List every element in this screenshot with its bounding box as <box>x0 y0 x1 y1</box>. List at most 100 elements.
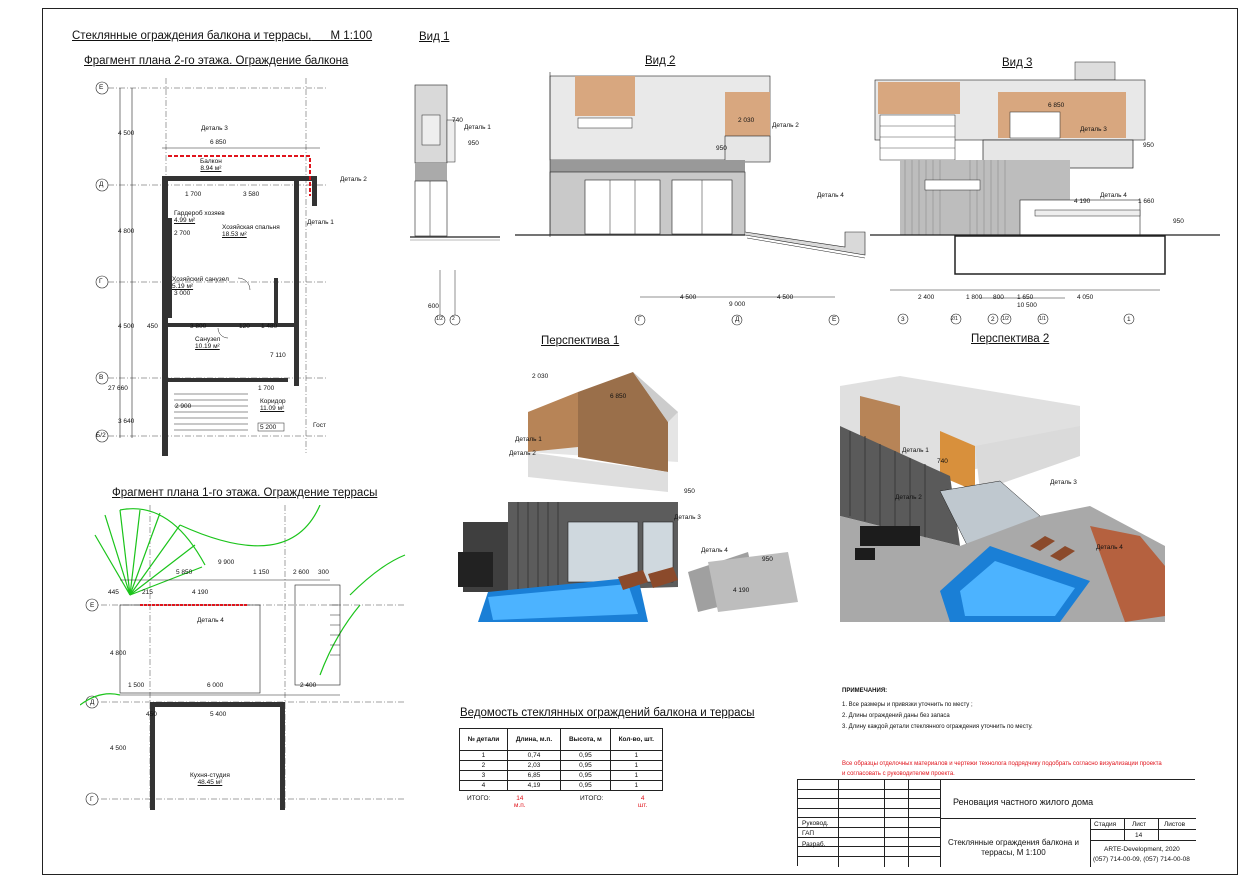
plan2-callout-3: Деталь 3 <box>201 125 228 132</box>
title-block: Реновация частного жилого дома Руковод. … <box>797 779 1196 867</box>
plan1-dim-5400: 5 400 <box>210 711 227 718</box>
plan1-dim-5850: 5 850 <box>176 569 193 576</box>
plan1-axis-e: Е <box>90 602 95 609</box>
table-cell: 1 <box>609 770 664 781</box>
view1-callout-1: Деталь 1 <box>464 124 491 131</box>
view2-axis-e: Е <box>832 316 837 323</box>
persp1-dim-4190: 4 190 <box>733 587 750 594</box>
plan1-dim-215: 215 <box>142 589 153 596</box>
plan2-dim-left-3: 4 500 <box>118 323 135 330</box>
view3-dim-800: 800 <box>993 294 1004 301</box>
plan2-room-balcony: Балкон 8.94 м² <box>200 158 222 172</box>
view2-dim-4500a: 4 500 <box>680 294 697 301</box>
table-cell: 1 <box>609 750 664 761</box>
view1-axis-2: 2 <box>452 316 455 322</box>
schedule-header: Кол-во, шт. <box>609 728 664 751</box>
view3-axis-3: 3 <box>901 316 905 323</box>
stamp-role-3: Разраб. <box>802 841 826 848</box>
table-cell: 1 <box>609 780 664 791</box>
table-cell: 0,95 <box>560 750 611 761</box>
plan2-dim-left-2: 4 800 <box>118 228 135 235</box>
notes-item-1: 1. Все размеры и привязки уточнить по ме… <box>842 702 973 708</box>
plan2-room-wardrobe: Гардероб хозяев 4.99 м² <box>174 210 225 224</box>
schedule-total-label-2: ИТОГО: <box>580 795 604 802</box>
stamp-project: Реновация частного жилого дома <box>953 797 1094 807</box>
persp2-callout-2: Деталь 2 <box>895 494 922 501</box>
plan2-dim-3000: 3 000 <box>174 290 191 297</box>
plan1-dim-4800: 4 800 <box>110 650 127 657</box>
table-cell: 2,03 <box>506 760 562 771</box>
plan1-dim-1500: 1 500 <box>128 682 145 689</box>
plan1-drawing <box>80 505 406 810</box>
view3-callout-3: Деталь 3 <box>1080 126 1107 133</box>
notes-heading: ПРИМЕЧАНИЯ: <box>842 688 888 694</box>
plan2-axis-g: Г <box>99 278 103 285</box>
schedule-header: № детали <box>459 728 508 751</box>
persp1-callout-4: Деталь 4 <box>701 547 728 554</box>
table-row: 2 2,03 0,95 1 <box>459 760 664 771</box>
view3-callout-4: Деталь 4 <box>1100 192 1127 199</box>
schedule-header: Длина, м.п. <box>506 728 562 751</box>
view3-dim-1660: 1 660 <box>1138 198 1155 205</box>
plan2-dim-2700: 2 700 <box>174 230 191 237</box>
view2-axis-g: Г <box>638 316 642 323</box>
view2-dim-2030: 2 030 <box>738 117 755 124</box>
stamp-company: ARTE-Development, 2020 <box>1104 846 1180 853</box>
plan1-dim-6000: 6 000 <box>207 682 224 689</box>
schedule-header-row: № детали Длина, м.п. Высота, м Кол-во, ш… <box>459 728 664 751</box>
persp1-dim-6850: 6 850 <box>610 393 627 400</box>
schedule-table: № детали Длина, м.п. Высота, м Кол-во, ш… <box>459 728 664 791</box>
view2-axis-d: Д <box>735 316 740 323</box>
persp2-callout-1: Деталь 1 <box>902 447 929 454</box>
plan1-callout-4: Деталь 4 <box>197 617 224 624</box>
view1-title: Вид 1 <box>419 31 450 43</box>
persp1-dim-950b: 950 <box>762 556 773 563</box>
stamp-sheet-title: Стеклянные ограждения балкона и террасы, … <box>948 838 1079 857</box>
notes-item-3: 3. Длину каждой детали стеклянного ограж… <box>842 724 1033 730</box>
schedule-title: Ведомость стеклянных ограждений балкона … <box>460 707 755 719</box>
persp2-callout-4: Деталь 4 <box>1096 544 1123 551</box>
stamp-sheet-number: 14 <box>1135 832 1143 839</box>
table-row: 3 6,85 0,95 1 <box>459 770 664 781</box>
stamp-phones: (057) 714-00-09, (057) 714-00-08 <box>1093 856 1190 863</box>
plan2-room-corridor: Коридор 11.09 м² <box>260 398 286 412</box>
plan2-dim-left-5: 3 640 <box>118 418 135 425</box>
view2-callout-2: Деталь 2 <box>772 122 799 129</box>
plan1-title: Фрагмент плана 1-го этажа. Ограждение те… <box>112 487 378 499</box>
view3-dim-950b: 950 <box>1173 218 1184 225</box>
plan2-axis-d: Д <box>99 181 104 188</box>
table-cell: 6,85 <box>506 770 562 781</box>
schedule-total-length: 14 м.п. <box>514 795 526 809</box>
plan2-room-bedroom: Хозяйская спальня 18.53 м² <box>222 224 280 238</box>
plan1-axis-g: Г <box>90 796 94 803</box>
plan1-dim-9900: 9 900 <box>218 559 235 566</box>
plan2-dim-3580: 3 580 <box>243 191 260 198</box>
table-cell: 1 <box>459 750 508 761</box>
schedule-header: Высота, м <box>560 728 611 751</box>
view3-dim-10500: 10 500 <box>1017 302 1037 309</box>
plan1-dim-1150: 1 150 <box>253 569 270 576</box>
table-cell: 3 <box>459 770 508 781</box>
table-cell: 2 <box>459 760 508 771</box>
stamp-role-1: Руковод. <box>802 820 829 827</box>
table-cell: 4,19 <box>506 780 562 791</box>
table-cell: 0,95 <box>560 760 611 771</box>
persp1-callout-2: Деталь 2 <box>509 450 536 457</box>
view2-drawing <box>515 72 866 326</box>
plan2-dim-2900: 2 900 <box>175 403 192 410</box>
view3-dim-6850: 6 850 <box>1048 102 1065 109</box>
view3-axis-11: 1/1 <box>1039 316 1046 322</box>
plan2-dim-left-1: 4 500 <box>118 130 135 137</box>
persp1-callout-3: Деталь 3 <box>674 514 701 521</box>
plan2-title: Фрагмент плана 2-го этажа. Ограждение ба… <box>84 55 349 67</box>
plan2-dim-5200: 5 200 <box>260 424 277 431</box>
view3-axis-2: 2 <box>991 316 995 323</box>
persp2-title: Перспектива 2 <box>971 333 1050 345</box>
stamp-col-sheets: Листов <box>1164 821 1186 828</box>
plan2-dim-1480: 1 480 <box>261 323 278 330</box>
view3-dim-1650: 1 650 <box>1017 294 1034 301</box>
view3-dim-4190: 4 190 <box>1074 198 1091 205</box>
schedule-total-label-1: ИТОГО: <box>467 795 491 802</box>
plan2-callout-2: Деталь 2 <box>340 176 367 183</box>
persp1-dim-950: 950 <box>684 488 695 495</box>
